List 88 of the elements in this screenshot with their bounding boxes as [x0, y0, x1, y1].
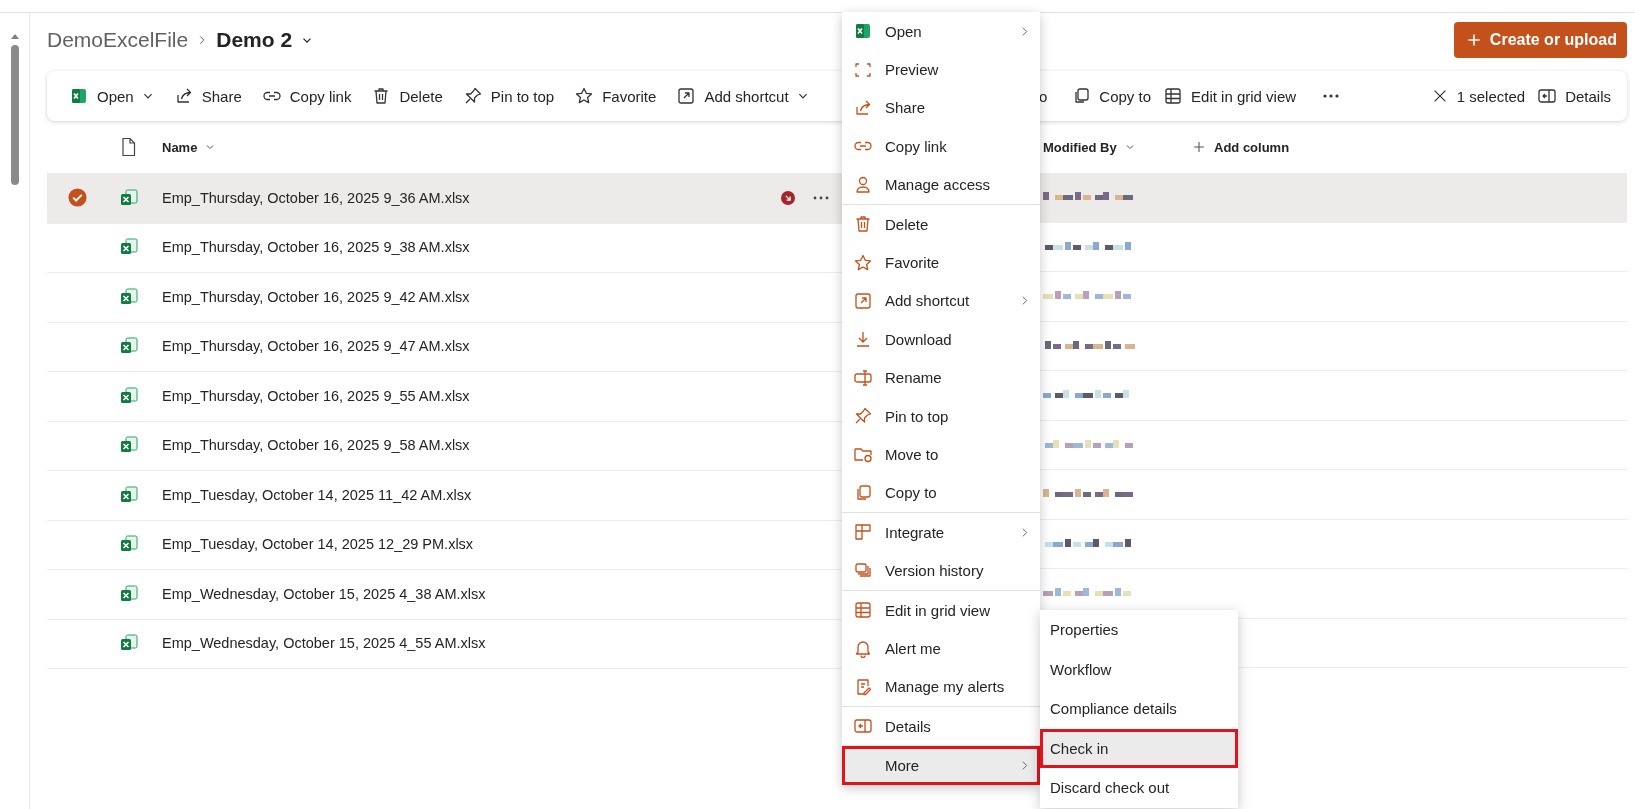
star-icon	[574, 86, 595, 106]
menu-item[interactable]: Alert me	[842, 629, 1040, 668]
menu-item[interactable]: Download	[842, 320, 1040, 359]
toolbar-button[interactable]: o	[1039, 83, 1054, 109]
breadcrumb-link[interactable]: DemoExcelFile	[47, 28, 189, 52]
details-icon	[1537, 86, 1558, 106]
toolbar-button[interactable]: Copy link	[255, 82, 358, 110]
chevron-down-icon	[205, 142, 216, 152]
menu-item[interactable]: Pin to top	[842, 396, 1040, 436]
file-name[interactable]: Emp_Tuesday, October 14, 2025 12_29 PM.xlsx	[150, 536, 775, 553]
menu-item[interactable]: Manage my alerts	[842, 667, 1040, 707]
menu-item[interactable]: Favorite	[842, 243, 1040, 282]
menu-item[interactable]: Check in	[1040, 728, 1238, 768]
menu-item[interactable]: Copy to	[842, 473, 1040, 513]
spreadsheet-file-icon	[119, 286, 139, 307]
menu-item[interactable]: Delete	[842, 204, 1040, 244]
breadcrumb-current: Demo 2	[216, 28, 293, 52]
file-name[interactable]: Emp_Tuesday, October 14, 2025 11_42 AM.xlsx	[150, 486, 775, 503]
shortcut-icon	[853, 290, 873, 311]
rename-icon	[853, 367, 873, 388]
file-row[interactable]: Emp_Tuesday, October 14, 2025 11_42 AM.xlsx	[47, 470, 842, 521]
checked-circle-icon[interactable]	[68, 188, 87, 208]
add-column-button[interactable]: Add column	[1180, 139, 1302, 155]
file-name[interactable]: Emp_Wednesday, October 15, 2025 4_55 AM.xlsx	[150, 635, 775, 652]
spreadsheet-file-icon	[119, 583, 139, 604]
file-row[interactable]: Emp_Tuesday, October 14, 2025 12_29 PM.xlsx	[47, 519, 842, 570]
menu-item[interactable]: Properties	[1040, 610, 1238, 650]
menu-item[interactable]: Manage access	[842, 165, 1040, 204]
more-icon[interactable]	[1322, 93, 1341, 99]
file-type-icon	[120, 137, 138, 157]
plus-icon	[1192, 140, 1206, 154]
file-name[interactable]: Emp_Thursday, October 16, 2025 9_55 AM.xlsx	[150, 387, 775, 404]
details-button[interactable]: Details	[1531, 82, 1617, 110]
menu-item[interactable]: Rename	[842, 358, 1040, 397]
column-header[interactable]: Name	[150, 139, 228, 155]
spreadsheet-file-icon	[119, 385, 139, 406]
file-name[interactable]: Emp_Thursday, October 16, 2025 9_42 AM.xlsx	[150, 288, 775, 305]
file-row[interactable]: Emp_Thursday, October 16, 2025 9_58 AM.xlsx	[47, 420, 842, 471]
menu-item[interactable]: Copy link	[842, 127, 1040, 166]
menu-item[interactable]: Share	[842, 88, 1040, 128]
file-row[interactable]: Emp_Thursday, October 16, 2025 9_42 AM.xlsx	[47, 272, 842, 323]
menu-item[interactable]: Compliance details	[1040, 689, 1238, 729]
spreadsheet-icon	[69, 86, 89, 106]
toolbar-button[interactable]: Copy to	[1065, 82, 1158, 110]
star-icon	[853, 252, 873, 273]
menu-item[interactable]: Integrate	[842, 513, 1040, 552]
menu-item[interactable]: Details	[842, 707, 1040, 746]
file-name[interactable]: Emp_Thursday, October 16, 2025 9_58 AM.xlsx	[150, 437, 775, 454]
toolbar-button[interactable]: Favorite	[568, 82, 663, 110]
more-icon[interactable]	[813, 195, 829, 200]
toolbar-button[interactable]: Delete	[365, 82, 449, 110]
chevron-down-icon	[1124, 142, 1135, 152]
file-row[interactable]: Emp_Thursday, October 16, 2025 9_38 AM.xlsx	[47, 222, 842, 273]
toolbar-button[interactable]: Add shortcut	[670, 82, 815, 110]
menu-item[interactable]: Workflow	[1040, 649, 1238, 689]
menu-item[interactable]: Edit in grid view	[842, 590, 1040, 630]
file-row[interactable]: Emp_Thursday, October 16, 2025 9_55 AM.xlsx	[47, 371, 842, 422]
create-or-upload-button[interactable]: Create or upload	[1453, 22, 1627, 58]
menu-item[interactable]: Discard check out	[1040, 768, 1238, 808]
spreadsheet-file-icon	[119, 187, 139, 208]
toolbar-button[interactable]: Share	[167, 82, 248, 110]
grid-icon	[853, 600, 873, 621]
toolbar-button[interactable]: Edit in grid view	[1157, 82, 1303, 110]
person-icon	[853, 174, 873, 195]
menu-item[interactable]: More	[842, 746, 1040, 785]
menu-item[interactable]: Preview	[842, 50, 1040, 89]
file-name[interactable]: Emp_Thursday, October 16, 2025 9_36 AM.xlsx	[150, 189, 775, 206]
column-header[interactable]: Modified By	[1043, 139, 1180, 155]
file-name[interactable]: Emp_Wednesday, October 15, 2025 4_38 AM.xlsx	[150, 585, 775, 602]
spreadsheet-file-icon	[119, 484, 139, 505]
toolbar-button[interactable]: Open	[63, 82, 160, 110]
menu-item[interactable]: Version history	[842, 551, 1040, 590]
shortcut-icon	[676, 86, 697, 106]
plus-icon	[1465, 32, 1482, 48]
file-row[interactable]: Emp_Wednesday, October 15, 2025 4_38 AM.xlsx	[47, 569, 842, 620]
menu-item[interactable]: Move to	[842, 435, 1040, 474]
integrate-icon	[853, 522, 873, 543]
file-name[interactable]: Emp_Thursday, October 16, 2025 9_47 AM.xlsx	[150, 338, 775, 355]
grid-icon	[1163, 86, 1184, 106]
file-row[interactable]: Emp_Thursday, October 16, 2025 9_47 AM.xlsx	[47, 321, 842, 372]
toolbar-button[interactable]: Pin to top	[456, 82, 561, 110]
bell-icon	[853, 638, 873, 659]
menu-item[interactable]: Add shortcut	[842, 281, 1040, 321]
file-row[interactable]: Emp_Thursday, October 16, 2025 9_36 AM.xlsx	[47, 173, 842, 224]
clear-selection-button[interactable]: 1 selected	[1424, 83, 1532, 109]
menu-item[interactable]: Open	[842, 12, 1040, 51]
file-row[interactable]: Emp_Wednesday, October 15, 2025 4_55 AM.xlsx	[47, 618, 842, 669]
file-name[interactable]: Emp_Thursday, October 16, 2025 9_38 AM.xlsx	[150, 239, 775, 256]
